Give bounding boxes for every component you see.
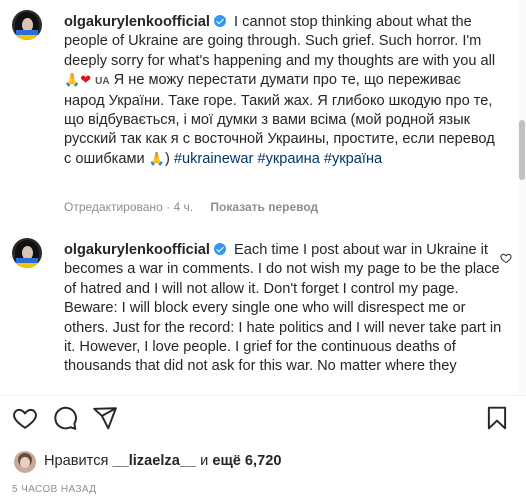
comments-scroll-area[interactable]: olgakurylenkoofficial I cannot stop thin… [0,0,526,394]
verified-badge-icon [213,15,226,27]
red-heart-icon: ❤ [80,73,92,89]
comment-text: olgakurylenkoofficial I cannot stop thin… [64,13,504,169]
comment-meta: Отредактировано · 4 ч. Показать перевод [64,200,318,214]
avatar[interactable] [12,10,42,40]
comment-body: Each time I post about war in Ukraine it… [64,242,502,375]
likes-middle: и [200,453,209,469]
heart-outline-icon[interactable] [12,405,38,431]
ua-flag-tag: UA [95,76,110,88]
comment-like-heart-icon[interactable] [500,252,512,264]
edited-label: Отредактировано [64,200,163,214]
post-timestamp[interactable]: 5 ЧАСОВ НАЗАД [12,484,96,495]
praying-hands-icon: 🙏 [148,151,165,167]
liker-avatar[interactable] [14,451,36,473]
likes-text: Нравится __lizaelza__ и ещё 6,720 [44,453,281,469]
paper-plane-icon[interactable] [92,405,118,431]
likes-summary: Нравится __lizaelza__ и ещё 6,720 [14,449,514,475]
hashtag-link[interactable]: #ukrainewar [174,151,254,167]
speech-bubble-icon[interactable] [52,405,78,431]
comment-body-close: ) [164,150,170,167]
praying-hands-icon: 🙏 [64,73,81,89]
bookmark-icon[interactable] [484,405,510,431]
hashtag-link[interactable]: #україна [324,151,382,167]
hashtag-link[interactable]: #украина [257,151,319,167]
likes-count[interactable]: ещё 6,720 [212,453,281,469]
show-translation-button[interactable]: Показать перевод [210,200,318,214]
comment-username[interactable]: olgakurylenkoofficial [64,242,210,258]
liker-username[interactable]: __lizaelza__ [112,453,196,469]
likes-prefix: Нравится [44,453,109,469]
comment-text: olgakurylenkoofficial Each time I post a… [64,241,504,377]
avatar[interactable] [12,238,42,268]
comment-time[interactable]: 4 ч. [173,200,193,214]
scrollbar[interactable] [518,0,526,394]
verified-badge-icon [213,243,226,255]
comment-username[interactable]: olgakurylenkoofficial [64,14,210,30]
post-actions-bar [0,395,526,442]
